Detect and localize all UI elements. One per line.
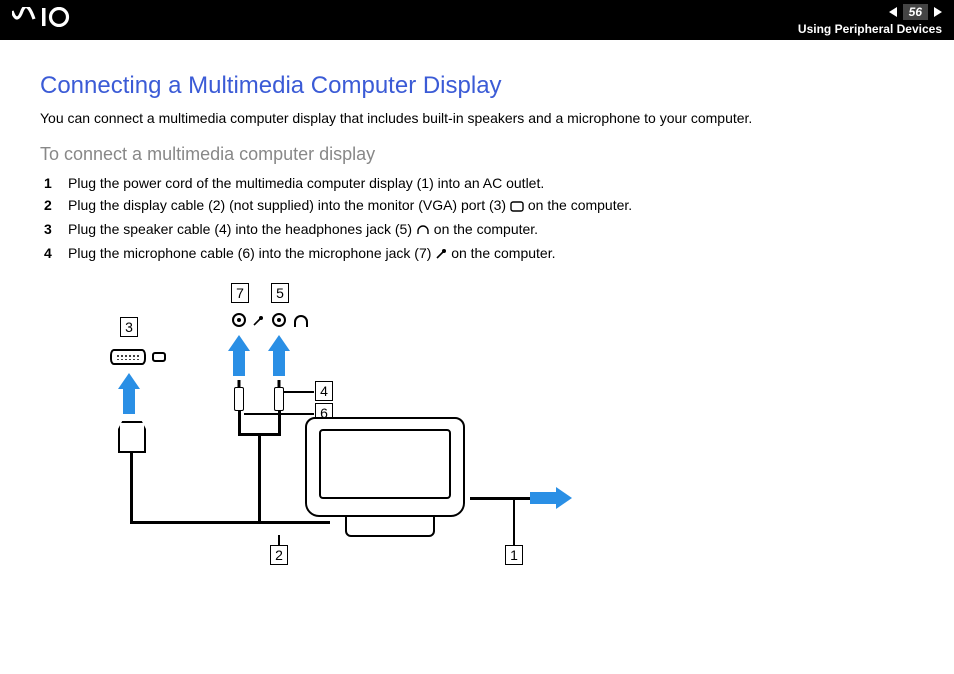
- procedure-subtitle: To connect a multimedia computer display: [40, 144, 914, 165]
- section-title: Using Peripheral Devices: [798, 22, 942, 36]
- monitor-port-icon: [152, 352, 166, 362]
- vga-port: [110, 349, 166, 365]
- cable: [130, 453, 133, 523]
- cable: [238, 411, 241, 435]
- leader-line: [278, 535, 280, 545]
- callout-7: 7: [231, 283, 249, 303]
- arrow-up-icon: [228, 335, 250, 377]
- page-number: 56: [903, 4, 928, 20]
- step-text: Plug the power cord of the multimedia co…: [68, 175, 544, 191]
- intro-text: You can connect a multimedia computer di…: [40, 110, 914, 126]
- step-4: Plug the microphone cable (6) into the m…: [68, 245, 914, 263]
- mic-icon: [435, 247, 447, 263]
- monitor-illustration: [305, 417, 475, 537]
- callout-3: 3: [120, 317, 138, 337]
- vga-connector-icon: [118, 421, 146, 453]
- page-navigation: 56: [889, 4, 942, 20]
- procedure-steps: Plug the power cord of the multimedia co…: [40, 175, 914, 263]
- step-text-b: on the computer.: [430, 221, 538, 237]
- page-content: Connecting a Multimedia Computer Display…: [0, 40, 954, 577]
- arrow-up-icon: [268, 335, 290, 377]
- leader-line: [513, 500, 515, 545]
- step-1: Plug the power cord of the multimedia co…: [68, 175, 914, 191]
- vga-shape-icon: [110, 349, 146, 365]
- power-cable: [470, 497, 530, 500]
- leader-line: [284, 391, 314, 393]
- callout-2: 2: [270, 545, 288, 565]
- connection-diagram: 3 7 5 4 6 2 1: [90, 277, 590, 577]
- mic-jack-icon: [232, 313, 246, 327]
- mic-symbol-icon: [252, 315, 264, 327]
- cable: [278, 411, 281, 435]
- step-text: Plug the display cable (2) (not supplied…: [68, 197, 510, 213]
- step-text: Plug the microphone cable (6) into the m…: [68, 245, 435, 261]
- page-header: 56 Using Peripheral Devices: [0, 0, 954, 40]
- step-3: Plug the speaker cable (4) into the head…: [68, 221, 914, 239]
- callout-1: 1: [505, 545, 523, 565]
- cable: [258, 435, 261, 523]
- page-title: Connecting a Multimedia Computer Display: [40, 72, 914, 100]
- step-text-b: on the computer.: [447, 245, 555, 261]
- headphone-jack-icon: [272, 313, 286, 327]
- prev-page-arrow-icon[interactable]: [889, 7, 897, 17]
- headphone-symbol-icon: [294, 315, 308, 327]
- monitor-icon: [510, 199, 524, 215]
- arrow-up-icon: [118, 373, 140, 415]
- headphone-icon: [416, 223, 430, 239]
- vaio-logo: [12, 7, 86, 33]
- audio-plug-icon: [274, 387, 284, 411]
- audio-plug-icon: [234, 387, 244, 411]
- step-text: Plug the speaker cable (4) into the head…: [68, 221, 416, 237]
- callout-5: 5: [271, 283, 289, 303]
- callout-4: 4: [315, 381, 333, 401]
- step-text-b: on the computer.: [524, 197, 632, 213]
- arrow-right-icon: [530, 487, 572, 509]
- next-page-arrow-icon[interactable]: [934, 7, 942, 17]
- step-2: Plug the display cable (2) (not supplied…: [68, 197, 914, 215]
